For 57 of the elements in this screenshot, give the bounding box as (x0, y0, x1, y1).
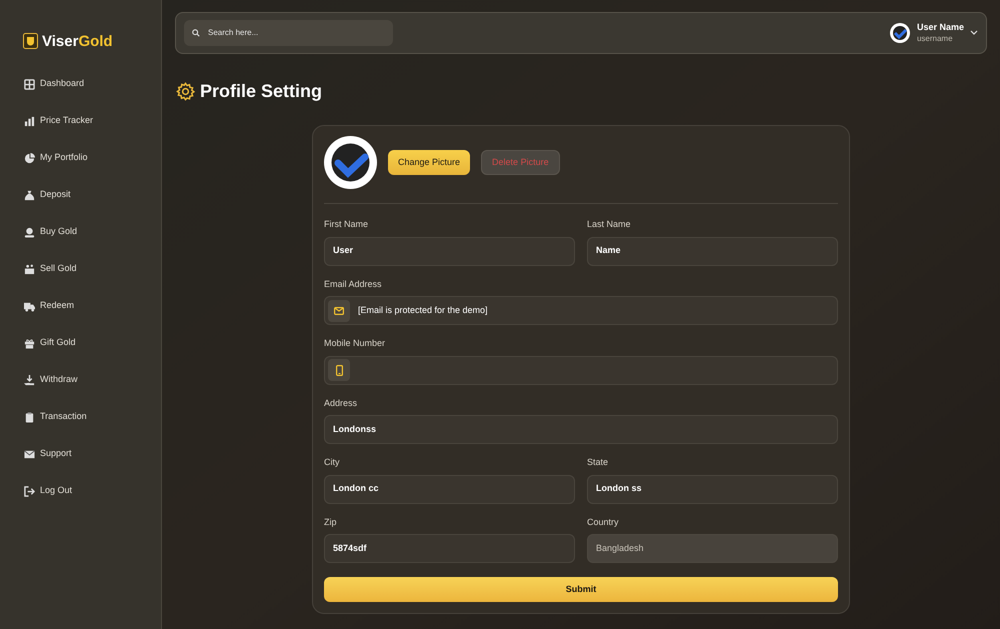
sidebar-item[interactable]: Support (24, 444, 161, 464)
field-label: Mobile Number (324, 337, 386, 350)
money-bag-icon (24, 190, 35, 200)
brand-logo: ViserGold (42, 34, 113, 48)
submit-button[interactable]: Submit (324, 577, 838, 602)
sidebar-item[interactable]: Redeem (24, 296, 161, 316)
clipboard-icon (24, 412, 35, 422)
input-field[interactable]: [Email is protected for the demo] (324, 296, 838, 325)
field-label: State (587, 456, 610, 469)
user-name: User Name (916, 22, 964, 34)
sidebar-item[interactable]: Withdraw (24, 370, 161, 390)
user-menu[interactable]: User Name username (888, 22, 978, 44)
field-label: Last Name (587, 218, 632, 231)
sidebar-item[interactable]: Log Out (24, 481, 161, 501)
input-field[interactable]: Name (587, 236, 838, 266)
sidebar-item[interactable]: Gift Gold (24, 333, 161, 353)
change-picture-button[interactable]: Change Picture (388, 150, 470, 175)
sidebar-item[interactable]: Buy Gold (24, 222, 161, 242)
logo-icon (23, 33, 38, 49)
logout-icon (24, 486, 35, 496)
search-field[interactable]: Search here... (184, 20, 393, 46)
input-field[interactable] (324, 356, 838, 384)
input-field[interactable]: 5874sdf (324, 534, 575, 563)
avatar-icon (888, 22, 911, 44)
field-label: Zip (324, 516, 338, 529)
field-label: Email Address (324, 278, 383, 290)
box-icon (24, 264, 35, 274)
phone-icon (336, 364, 342, 376)
input-field[interactable]: User (324, 236, 575, 266)
bar-chart-icon (24, 116, 35, 126)
grid-icon (24, 78, 35, 90)
user-handle: username (916, 34, 954, 44)
envelope-icon (334, 306, 344, 314)
sidebar-item[interactable]: My Portfolio (24, 148, 161, 168)
input-field[interactable]: Londonss (324, 415, 838, 444)
field-label: City (324, 456, 340, 469)
field-label: Country (587, 516, 620, 529)
profile-avatar-icon (324, 136, 377, 189)
input-field[interactable]: London ss (587, 474, 838, 504)
user-coin-icon (24, 226, 35, 238)
truck-icon (24, 300, 35, 312)
pie-chart-icon (24, 152, 35, 164)
sidebar-item[interactable]: Price Tracker (24, 111, 161, 131)
envelope-icon (24, 448, 35, 460)
chevron-down-icon (970, 30, 978, 36)
field-label: Address (324, 396, 358, 410)
page-title: Profile Setting (200, 80, 322, 103)
field-label: First Name (324, 218, 370, 231)
gift-icon (24, 338, 35, 348)
search-icon (192, 29, 200, 37)
sidebar-item[interactable]: Dashboard (24, 74, 161, 94)
input-field[interactable]: London cc (324, 474, 575, 504)
sidebar-item[interactable]: Transaction (24, 407, 161, 427)
hand-download-icon (24, 374, 35, 386)
sidebar-item[interactable]: Deposit (24, 185, 161, 205)
gear-icon (176, 82, 195, 101)
sidebar-item[interactable]: Sell Gold (24, 259, 161, 279)
